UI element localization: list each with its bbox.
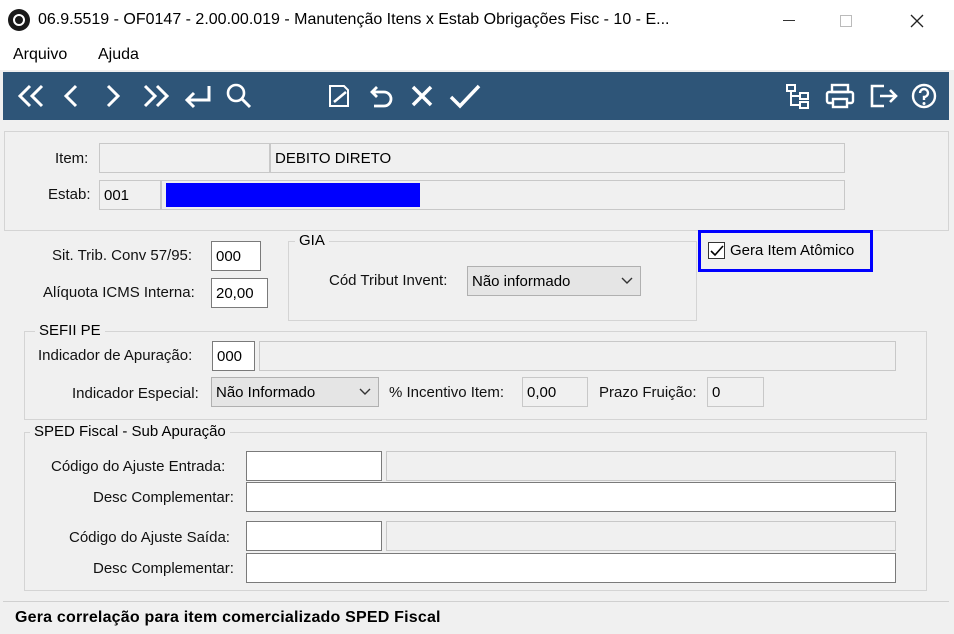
gera-item-highlight: Gera Item Atômico: [698, 230, 873, 272]
cod-tribut-value: Não informado: [472, 273, 571, 290]
ajuste-saida-label: Código do Ajuste Saída:: [69, 529, 230, 546]
item-code-field[interactable]: [99, 143, 270, 173]
prazo-field[interactable]: 0: [707, 377, 764, 407]
confirm-icon[interactable]: [447, 78, 483, 114]
undo-icon[interactable]: [365, 78, 395, 114]
ajuste-entrada-description: [386, 451, 896, 481]
close-icon: [910, 14, 924, 28]
prazo-label: Prazo Fruição:: [599, 384, 697, 401]
menu-bar: Arquivo Ajuda: [0, 42, 954, 70]
desc-saida-input[interactable]: [246, 553, 896, 583]
close-button[interactable]: [894, 0, 940, 42]
title-bar: 06.9.5519 - OF0147 - 2.00.00.019 - Manut…: [0, 0, 954, 42]
toolbar: [3, 72, 949, 120]
maximize-icon: [840, 15, 852, 27]
menu-arquivo[interactable]: Arquivo: [13, 46, 67, 64]
maximize-button[interactable]: [823, 0, 869, 42]
chevron-down-icon: [358, 382, 372, 404]
status-bar: Gera correlação para item comercializado…: [3, 601, 949, 634]
aliquota-input[interactable]: 20,00: [211, 278, 268, 308]
ajuste-entrada-input[interactable]: [246, 451, 382, 481]
sped-title: SPED Fiscal - Sub Apuração: [30, 423, 230, 440]
cod-tribut-label: Cód Tribut Invent:: [329, 272, 448, 289]
previous-record-icon[interactable]: [59, 78, 83, 114]
estab-description-field: [161, 180, 845, 210]
estab-description-redaction: [166, 183, 420, 207]
cancel-icon[interactable]: [407, 78, 437, 114]
cod-tribut-select[interactable]: Não informado: [467, 266, 641, 296]
gia-title: GIA: [295, 232, 329, 249]
ind-apuracao-input[interactable]: 000: [212, 341, 255, 371]
incentivo-field[interactable]: 0,00: [522, 377, 588, 407]
chevron-down-icon: [620, 271, 634, 293]
desc-saida-label: Desc Complementar:: [93, 560, 234, 577]
sit-trib-input[interactable]: 000: [211, 241, 261, 271]
minimize-icon: [783, 20, 795, 21]
window-title: 06.9.5519 - OF0147 - 2.00.00.019 - Manut…: [38, 11, 670, 28]
ajuste-entrada-label: Código do Ajuste Entrada:: [51, 458, 226, 475]
first-record-icon[interactable]: [15, 78, 47, 114]
header-panel: Item: DEBITO DIRETO Estab: 001: [4, 131, 949, 231]
goto-icon[interactable]: [180, 78, 214, 114]
desc-entrada-input[interactable]: [246, 482, 896, 512]
search-icon[interactable]: [224, 78, 254, 114]
ind-especial-select[interactable]: Não Informado: [211, 377, 379, 407]
ajuste-saida-input[interactable]: [246, 521, 382, 551]
print-icon[interactable]: [823, 78, 857, 114]
gera-item-checkbox[interactable]: [708, 242, 725, 259]
ind-apuracao-label: Indicador de Apuração:: [38, 347, 193, 364]
exit-icon[interactable]: [867, 78, 901, 114]
incentivo-label: % Incentivo Item:: [389, 384, 505, 401]
last-record-icon[interactable]: [140, 78, 172, 114]
next-record-icon[interactable]: [101, 78, 125, 114]
desc-entrada-label: Desc Complementar:: [93, 489, 234, 506]
app-logo-icon: [8, 9, 30, 31]
estab-code-field[interactable]: 001: [99, 180, 161, 210]
ind-especial-label: Indicador Especial:: [72, 385, 199, 402]
help-icon[interactable]: [909, 78, 939, 114]
sefii-group: SEFII PE Indicador de Apuração: 000 Indi…: [24, 322, 927, 420]
gera-item-label[interactable]: Gera Item Atômico: [730, 242, 854, 259]
item-description-field: DEBITO DIRETO: [270, 143, 845, 173]
edit-icon[interactable]: [325, 78, 355, 114]
ajuste-saida-description: [386, 521, 896, 551]
gia-group: GIA Cód Tribut Invent: Não informado: [288, 232, 697, 321]
sit-trib-label: Sit. Trib. Conv 57/95:: [52, 247, 193, 264]
aliquota-label: Alíquota ICMS Interna:: [43, 284, 195, 301]
status-message: Gera correlação para item comercializado…: [15, 609, 441, 626]
checkmark-icon: [710, 245, 724, 257]
minimize-button[interactable]: [766, 0, 812, 42]
sefii-title: SEFII PE: [35, 322, 105, 339]
ind-especial-value: Não Informado: [216, 384, 316, 401]
tree-icon[interactable]: [783, 78, 813, 114]
sped-group: SPED Fiscal - Sub Apuração Código do Aju…: [24, 423, 927, 591]
item-label: Item:: [55, 150, 89, 167]
menu-ajuda[interactable]: Ajuda: [98, 46, 139, 64]
estab-label: Estab:: [48, 186, 91, 203]
ind-apuracao-description: [259, 341, 896, 371]
